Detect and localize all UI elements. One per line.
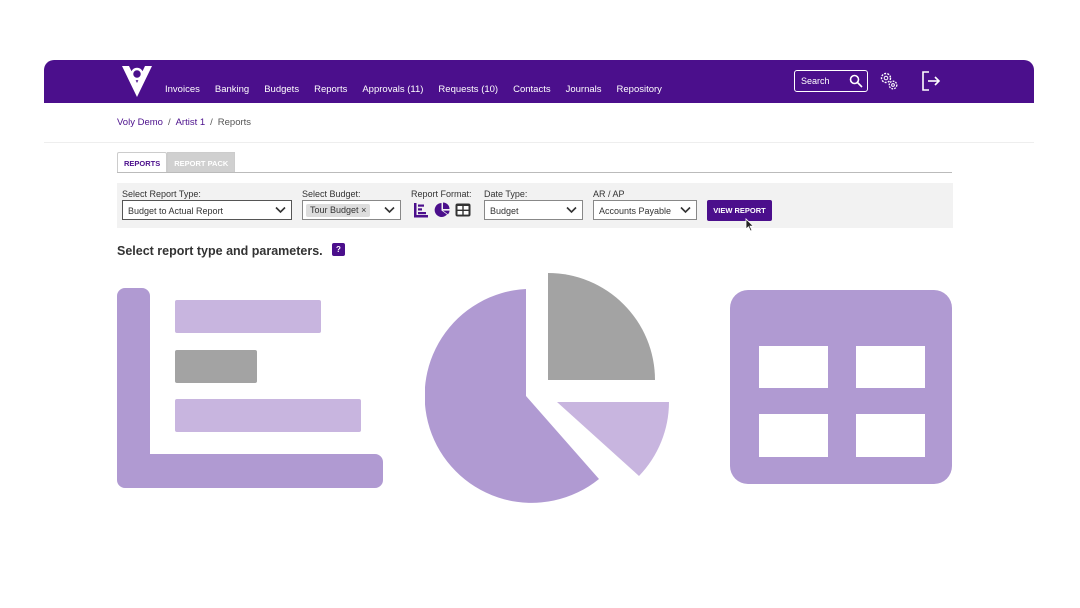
search-input[interactable]: Search <box>794 70 868 92</box>
nav-item-invoices[interactable]: Invoices <box>165 84 200 95</box>
chevron-down-icon <box>275 206 286 214</box>
tab-report-pack[interactable]: REPORT PACK <box>167 152 236 173</box>
bar-chart-icon[interactable] <box>413 202 429 218</box>
chevron-down-icon <box>384 206 395 214</box>
table-icon[interactable] <box>455 202 471 218</box>
nav-item-requests-10[interactable]: Requests (10) <box>438 84 498 95</box>
report-tabs: REPORTS REPORT PACK <box>117 152 236 173</box>
header-divider <box>44 142 1034 143</box>
date-type-select[interactable]: Budget <box>484 200 583 220</box>
help-icon[interactable]: ? <box>332 243 345 256</box>
pie-chart-illustration[interactable] <box>425 272 671 504</box>
budget-select[interactable]: Tour Budget × <box>302 200 401 220</box>
chevron-down-icon <box>566 206 577 214</box>
budget-tag: Tour Budget × <box>306 204 371 217</box>
report-type-select[interactable]: Budget to Actual Report <box>122 200 292 220</box>
view-report-button[interactable]: VIEW REPORT <box>707 200 772 221</box>
logo-icon[interactable] <box>120 63 154 99</box>
gear-icon[interactable] <box>878 70 900 92</box>
tab-underline <box>117 172 952 173</box>
breadcrumb-current: Reports <box>217 117 252 128</box>
nav-item-banking[interactable]: Banking <box>215 84 249 95</box>
breadcrumb-voly-demo[interactable]: Voly Demo <box>117 117 163 128</box>
budget-label: Select Budget: <box>302 189 361 199</box>
report-type-value: Budget to Actual Report <box>128 206 224 216</box>
bar-chart-illustration[interactable] <box>117 288 385 490</box>
tab-reports[interactable]: REPORTS <box>117 152 168 173</box>
table-illustration[interactable] <box>730 290 954 486</box>
nav-item-journals[interactable]: Journals <box>566 84 602 95</box>
breadcrumb-separator: / <box>167 117 171 128</box>
nav-item-repository[interactable]: Repository <box>617 84 662 95</box>
breadcrumb-artist-1[interactable]: Artist 1 <box>176 117 206 128</box>
nav-item-approvals-11[interactable]: Approvals (11) <box>362 84 423 95</box>
search-placeholder: Search <box>801 76 830 86</box>
mouse-cursor-icon <box>745 218 755 232</box>
main-nav: Invoices Banking Budgets Reports Approvals (… <box>165 84 677 95</box>
ar-ap-label: AR / AP <box>593 189 625 199</box>
search-icon[interactable] <box>849 74 863 88</box>
budget-tag-label: Tour Budget <box>310 205 359 215</box>
ar-ap-value: Accounts Payable <box>599 206 672 216</box>
tag-remove-icon[interactable]: × <box>361 205 366 215</box>
date-type-value: Budget <box>490 206 519 216</box>
ar-ap-select[interactable]: Accounts Payable <box>593 200 697 220</box>
nav-item-reports[interactable]: Reports <box>314 84 347 95</box>
chevron-down-icon <box>680 206 691 214</box>
logout-icon[interactable] <box>920 70 942 92</box>
breadcrumb-separator: / <box>210 117 213 128</box>
nav-item-contacts[interactable]: Contacts <box>513 84 551 95</box>
report-type-label: Select Report Type: <box>122 189 201 199</box>
pie-chart-icon[interactable] <box>434 202 450 218</box>
nav-item-budgets[interactable]: Budgets <box>264 84 299 95</box>
page-heading: Select report type and parameters. <box>117 244 323 258</box>
breadcrumb: Voly Demo / Artist 1 / Reports <box>117 117 251 128</box>
date-type-label: Date Type: <box>484 189 528 199</box>
report-format-label: Report Format: <box>411 189 472 199</box>
